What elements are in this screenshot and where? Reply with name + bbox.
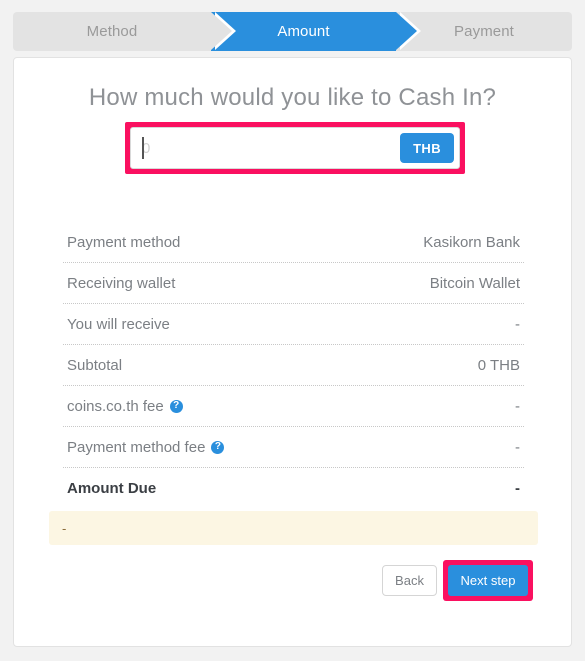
amount-input-highlight: THB (125, 122, 465, 174)
table-row: Amount Due - (63, 468, 524, 509)
currency-thb-button[interactable]: THB (400, 133, 454, 163)
step-payment-label: Payment (454, 23, 514, 40)
summary-value-amount-due: - (515, 480, 520, 497)
text-caret-icon (142, 137, 144, 159)
help-icon[interactable]: ? (169, 399, 183, 413)
step-amount[interactable]: Amount (211, 12, 421, 51)
progress-stepper: Method Amount Payment (13, 12, 572, 51)
summary-label-payment-method-fee-text: Payment method fee (67, 438, 206, 456)
alert-text: - (62, 520, 67, 536)
table-row: Payment method Kasikorn Bank (63, 222, 524, 263)
table-row: Payment method fee ? - (63, 427, 524, 468)
summary-label-you-will-receive: You will receive (67, 315, 170, 333)
table-row: Receiving wallet Bitcoin Wallet (63, 263, 524, 304)
amount-input[interactable] (131, 128, 401, 168)
order-summary: Payment method Kasikorn Bank Receiving w… (63, 222, 524, 509)
help-icon[interactable]: ? (211, 440, 225, 454)
next-step-button[interactable]: Next step (448, 565, 528, 596)
summary-label-subtotal: Subtotal (67, 356, 123, 374)
summary-value-receiving-wallet: Bitcoin Wallet (429, 274, 520, 292)
summary-label-payment-method: Payment method (67, 233, 181, 251)
step-method-arrow-icon (211, 12, 232, 50)
back-button[interactable]: Back (382, 565, 437, 596)
next-step-highlight: Next step (443, 560, 533, 601)
summary-label-payment-method-fee: Payment method fee ? (67, 438, 225, 456)
cash-in-card: How much would you like to Cash In? THB … (13, 57, 572, 647)
step-payment[interactable]: Payment (396, 12, 572, 51)
alert-banner: - (49, 511, 538, 545)
summary-value-coins-fee: - (515, 397, 520, 415)
summary-value-subtotal: 0 THB (477, 356, 520, 374)
summary-value-payment-method: Kasikorn Bank (423, 233, 520, 251)
summary-label-coins-fee-text: coins.co.th fee (67, 397, 164, 415)
summary-label-amount-due: Amount Due (67, 480, 157, 497)
amount-input-wrapper[interactable]: THB (130, 127, 460, 169)
step-method[interactable]: Method (13, 12, 236, 51)
table-row: coins.co.th fee ? - (63, 386, 524, 427)
summary-value-payment-method-fee: - (515, 438, 520, 456)
page-title: How much would you like to Cash In? (88, 84, 497, 111)
table-row: You will receive - (63, 304, 524, 345)
summary-label-receiving-wallet: Receiving wallet (67, 274, 176, 292)
step-amount-label: Amount (277, 23, 330, 40)
summary-label-coins-fee: coins.co.th fee ? (67, 398, 183, 415)
summary-value-you-will-receive: - (515, 315, 520, 333)
step-amount-arrow-icon (396, 12, 417, 50)
step-method-label: Method (86, 23, 138, 40)
table-row: Subtotal 0 THB (63, 345, 524, 386)
